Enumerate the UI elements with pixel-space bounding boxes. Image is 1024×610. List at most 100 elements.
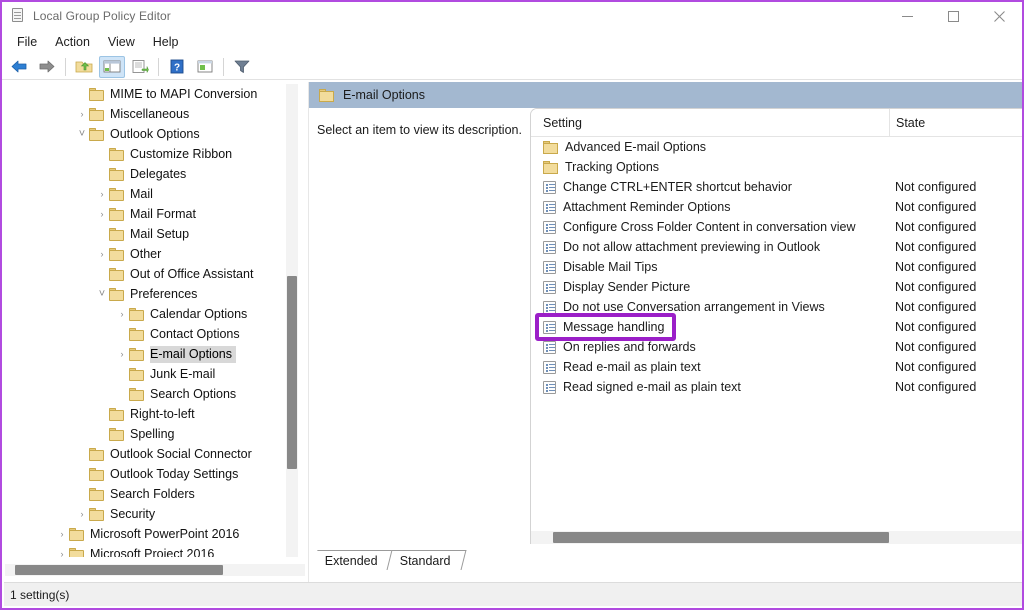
tree-item-label: Contact Options	[150, 326, 244, 343]
view-tabs: Extended Standard	[309, 548, 462, 570]
tree-twisty-empty	[75, 84, 89, 104]
tree-item[interactable]: Contact Options	[5, 324, 293, 344]
settings-list[interactable]: Advanced E-mail OptionsTracking OptionsC…	[531, 137, 1024, 397]
tree-item[interactable]: Customize Ribbon	[5, 144, 293, 164]
tree-horizontal-scrollbar[interactable]	[5, 564, 305, 576]
settings-horizontal-scrollbar[interactable]	[531, 531, 1024, 544]
tree-item[interactable]: ›Miscellaneous	[5, 104, 293, 124]
settings-row-state: Not configured	[889, 340, 1024, 354]
tree-item[interactable]: › Security	[5, 504, 293, 524]
tree-item-label: Mail	[130, 186, 157, 203]
settings-list-row[interactable]: Read signed e-mail as plain textNot conf…	[531, 377, 1024, 397]
filter-icon[interactable]	[229, 56, 255, 78]
settings-list-row[interactable]: Attachment Reminder OptionsNot configure…	[531, 197, 1024, 217]
properties-icon[interactable]	[192, 56, 218, 78]
chevron-right-icon[interactable]: ›	[95, 204, 109, 224]
settings-list-row[interactable]: Do not allow attachment previewing in Ou…	[531, 237, 1024, 257]
settings-list-row[interactable]: Advanced E-mail Options	[531, 137, 1024, 157]
description-pane: Select an item to view its description.	[309, 108, 530, 544]
settings-horizontal-scroll-thumb[interactable]	[553, 532, 889, 543]
chevron-right-icon[interactable]: ›	[95, 244, 109, 264]
folder-icon	[89, 128, 104, 141]
tree-item[interactable]: Out of Office Assistant	[5, 264, 293, 284]
chevron-down-icon[interactable]: ˅	[75, 124, 89, 144]
menu-item-action[interactable]: Action	[46, 31, 99, 53]
tree-item[interactable]: ˅Outlook Options	[5, 124, 293, 144]
chevron-right-icon[interactable]: ›	[55, 524, 69, 544]
tree-item-label: Microsoft PowerPoint 2016	[90, 526, 243, 543]
chevron-right-icon[interactable]: ›	[115, 344, 129, 364]
settings-row-name-cell: Change CTRL+ENTER shortcut behavior	[531, 180, 889, 194]
tree-item[interactable]: ˅Preferences	[5, 284, 293, 304]
policy-setting-icon	[543, 301, 556, 314]
tree-item[interactable]: Mail Setup	[5, 224, 293, 244]
maximize-icon[interactable]	[930, 2, 976, 30]
tree-item[interactable]: Spelling	[5, 424, 293, 444]
folder-icon	[89, 468, 104, 481]
console-tree[interactable]: MIME to MAPI Conversion›Miscellaneous˅Ou…	[5, 84, 293, 557]
export-list-icon[interactable]	[127, 56, 153, 78]
tree-twisty-empty	[115, 324, 129, 344]
tree-item[interactable]: ›E-mail Options	[5, 344, 293, 364]
tree-item[interactable]: ›Other	[5, 244, 293, 264]
tree-item[interactable]: Search Folders	[5, 484, 293, 504]
menu-item-help[interactable]: Help	[144, 31, 188, 53]
tree-item[interactable]: Delegates	[5, 164, 293, 184]
folder-icon	[129, 308, 144, 321]
tree-vertical-scroll-thumb[interactable]	[287, 276, 297, 469]
up-one-level-icon[interactable]	[71, 56, 97, 78]
tree-twisty-empty	[75, 484, 89, 504]
settings-list-row[interactable]: On replies and forwardsNot configured	[531, 337, 1024, 357]
settings-row-label: Read e-mail as plain text	[563, 360, 701, 374]
settings-list-row[interactable]: Do not use Conversation arrangement in V…	[531, 297, 1024, 317]
tree-item[interactable]: Right-to-left	[5, 404, 293, 424]
tab-standard[interactable]: Standard	[386, 550, 466, 570]
settings-list-row[interactable]: Tracking Options	[531, 157, 1024, 177]
tree-vertical-scrollbar[interactable]	[286, 84, 298, 557]
tree-item[interactable]: MIME to MAPI Conversion	[5, 84, 293, 104]
tree-item[interactable]: › Mail Format	[5, 204, 293, 224]
help-icon[interactable]: ?	[164, 56, 190, 78]
settings-row-name-cell: Disable Mail Tips	[531, 260, 889, 274]
tree-item-label: Junk E-mail	[150, 366, 219, 383]
description-text: Select an item to view its description.	[317, 122, 522, 138]
chevron-right-icon[interactable]: ›	[55, 544, 69, 557]
tree-item[interactable]: ›Microsoft Project 2016	[5, 544, 293, 557]
column-header-setting[interactable]: Setting	[531, 116, 889, 130]
tree-item[interactable]: ›Calendar Options	[5, 304, 293, 324]
menu-item-file[interactable]: File	[8, 31, 46, 53]
tree-item[interactable]: › Mail	[5, 184, 293, 204]
forward-icon[interactable]	[34, 56, 60, 78]
column-header-state[interactable]: State	[889, 109, 1024, 137]
policy-setting-icon	[543, 341, 556, 354]
tab-extended[interactable]: Extended	[313, 550, 394, 570]
tree-item[interactable]: Junk E-mail	[5, 364, 293, 384]
show-hide-console-tree-icon[interactable]	[99, 56, 125, 78]
chevron-right-icon[interactable]: ›	[95, 184, 109, 204]
chevron-down-icon[interactable]: ˅	[95, 284, 109, 304]
tree-item[interactable]: Outlook Today Settings	[5, 464, 293, 484]
settings-list-row[interactable]: Message handlingNot configured	[531, 317, 1024, 337]
tree-item[interactable]: › Microsoft PowerPoint 2016	[5, 524, 293, 544]
chevron-right-icon[interactable]: ›	[115, 304, 129, 324]
chevron-right-icon[interactable]: ›	[75, 504, 89, 524]
tree-item[interactable]: Outlook Social Connector	[5, 444, 293, 464]
close-icon[interactable]	[976, 2, 1022, 30]
minimize-icon[interactable]	[884, 2, 930, 30]
menu-bar: File Action View Help	[2, 30, 1022, 54]
tree-item-label: Security	[110, 506, 159, 523]
settings-list-row[interactable]: Read e-mail as plain textNot configured	[531, 357, 1024, 377]
menu-item-view[interactable]: View	[99, 31, 144, 53]
chevron-right-icon[interactable]: ›	[75, 104, 89, 124]
tree-item[interactable]: Search Options	[5, 384, 293, 404]
tree-item-label: Spelling	[130, 426, 178, 443]
settings-list-row[interactable]: Disable Mail TipsNot configured	[531, 257, 1024, 277]
settings-list-row[interactable]: Change CTRL+ENTER shortcut behaviorNot c…	[531, 177, 1024, 197]
window-title: Local Group Policy Editor	[33, 9, 171, 23]
settings-list-row[interactable]: Configure Cross Folder Content in conver…	[531, 217, 1024, 237]
settings-list-row[interactable]: Display Sender PictureNot configured	[531, 277, 1024, 297]
folder-icon	[89, 88, 104, 101]
tree-horizontal-scroll-thumb[interactable]	[15, 565, 223, 575]
back-icon[interactable]	[6, 56, 32, 78]
tree-item-label: Mail Format	[130, 206, 200, 223]
